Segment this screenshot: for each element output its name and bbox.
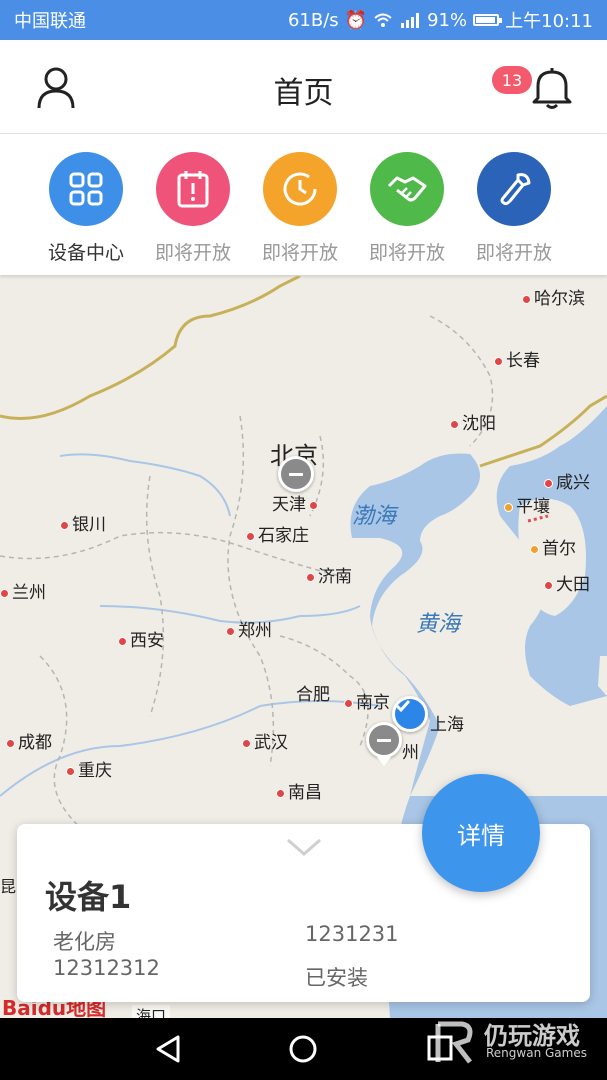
qa-coming-soon-2[interactable]: 即将开放 (250, 152, 350, 265)
net-speed: 61B/s (287, 9, 339, 31)
qa-label: 即将开放 (261, 242, 338, 264)
detail-button[interactable]: 详情 (422, 774, 540, 892)
handshake-icon (370, 152, 444, 226)
battery-percent: 91% (427, 9, 468, 31)
city-nanjing: 南京 (344, 688, 390, 713)
city-seoul: 首尔 (530, 534, 576, 559)
city-xian: 西安 (118, 626, 164, 651)
back-icon[interactable] (154, 1034, 184, 1064)
city-daejeon: 大田 (544, 570, 590, 595)
grid-icon (49, 152, 123, 226)
qa-device-center[interactable]: 设备中心 (36, 152, 136, 265)
bell-icon[interactable] (528, 66, 576, 110)
sea-bohai: 渤海 (352, 504, 397, 529)
qa-coming-soon-3[interactable]: 即将开放 (357, 152, 457, 265)
status-indicators: 61B/s ⏰ 91% 上午10:11 (288, 7, 593, 33)
city-shanghai: 上海 (430, 715, 464, 735)
signal-icon (401, 13, 420, 28)
watermark-logo-icon (435, 1021, 473, 1064)
city-lanzhou: 兰州 (0, 578, 46, 603)
city-shenyang: 沈阳 (450, 409, 496, 434)
city-pyongyang: 平壤 (504, 492, 550, 517)
wifi-icon (374, 13, 392, 27)
city-nanchang: 南昌 (276, 778, 322, 803)
city-yinchuan: 银川 (60, 510, 106, 535)
clock-icon (263, 152, 337, 226)
device-marker-offline[interactable] (366, 722, 402, 758)
carrier-label: 中国联通 (14, 11, 86, 32)
city-hefei: 合肥 (296, 685, 330, 705)
qa-coming-soon-1[interactable]: 即将开放 (143, 152, 243, 265)
device-code: 12312312 (53, 956, 160, 980)
qa-label: 设备中心 (47, 242, 124, 264)
quick-actions: 设备中心 即将开放 即将开放 即将开放 即将开放 (0, 134, 607, 275)
device-marker-offline[interactable] (278, 456, 314, 492)
device-name: 设备1 (45, 878, 132, 916)
status-bar: 中国联通 61B/s ⏰ 91% 上午10:11 (0, 0, 607, 40)
watermark: 仍玩游戏 Rengwan Games (432, 1016, 587, 1072)
marker-pointer (377, 757, 391, 766)
wrench-icon (477, 152, 551, 226)
city-xianxing: 咸兴 (544, 468, 590, 493)
notification-badge: 13 (492, 66, 532, 94)
city-harbin: 哈尔滨 (522, 284, 585, 309)
device-type: 老化房 (53, 930, 116, 954)
city-zhengzhou: 郑州 (226, 616, 272, 641)
battery-icon (473, 14, 503, 26)
clock: 上午10:11 (505, 11, 593, 32)
watermark-subtext: Rengwan Games (486, 1046, 587, 1060)
clipboard-alert-icon (156, 152, 230, 226)
city-jinan: 济南 (306, 562, 352, 587)
home-icon[interactable] (288, 1034, 318, 1064)
city-tianjin: 天津 (272, 490, 321, 515)
city-hangzhou: 州 (402, 743, 419, 763)
check-icon (395, 700, 411, 713)
city-shijiazhuang: 石家庄 (246, 521, 309, 546)
qa-label: 即将开放 (475, 242, 552, 264)
device-status: 已安装 (305, 966, 368, 990)
alarm-icon: ⏰ (344, 9, 368, 31)
qa-coming-soon-4[interactable]: 即将开放 (464, 152, 564, 265)
sea-yellow: 黄海 (416, 612, 461, 637)
city-chongqing: 重庆 (66, 756, 112, 781)
city-changchun: 长春 (494, 346, 540, 371)
minus-icon (377, 738, 391, 742)
city-wuhan: 武汉 (242, 728, 288, 753)
device-marker-selected[interactable] (392, 696, 428, 732)
chevron-down-icon[interactable] (284, 836, 324, 860)
minus-icon (289, 472, 303, 476)
qa-label: 即将开放 (154, 242, 231, 264)
device-serial: 1231231 (305, 922, 399, 946)
qa-label: 即将开放 (368, 242, 445, 264)
city-chengdu: 成都 (6, 728, 52, 753)
